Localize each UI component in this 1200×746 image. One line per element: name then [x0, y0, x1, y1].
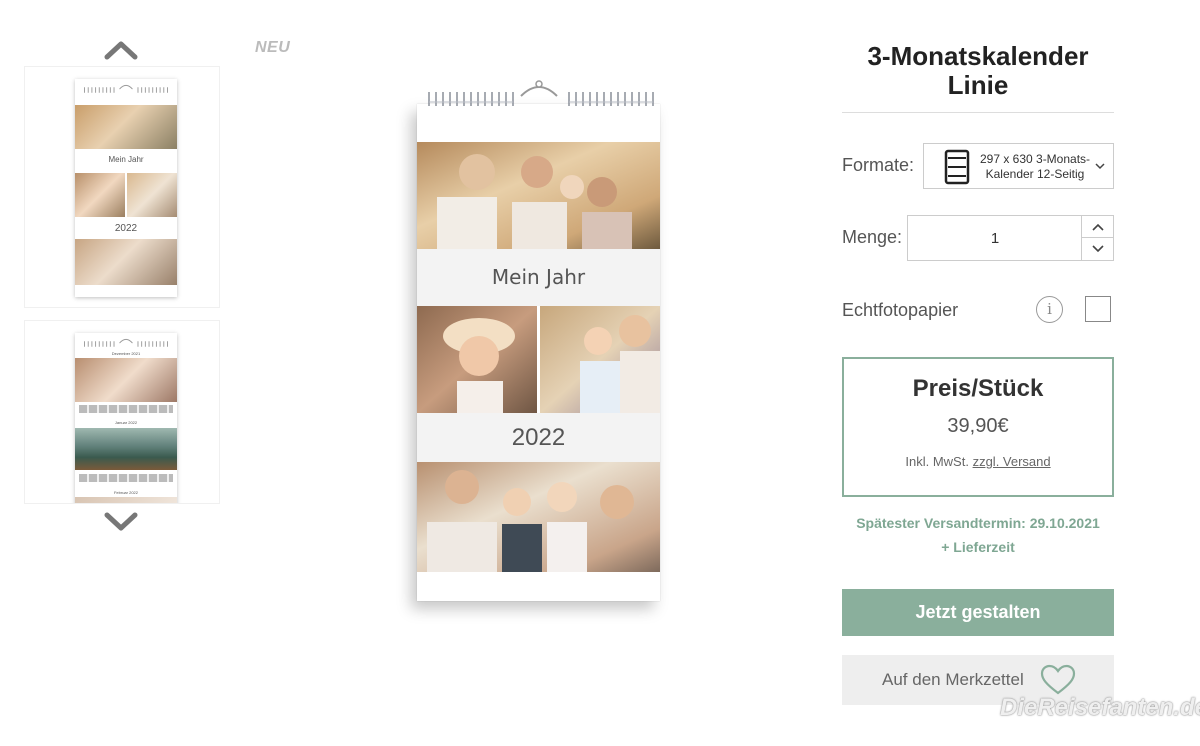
format-selected-value: 297 x 630 3-Monats-Kalender 12-Seitig — [979, 152, 1091, 181]
calendar-title-band: Mein Jahr — [417, 249, 660, 306]
thumbnail-title: Mein Jahr — [108, 155, 144, 164]
thumbnail-calendar-grid — [79, 405, 173, 413]
watermark-logo: DieReisefanten.de — [1000, 694, 1200, 721]
calendar-year-band: 2022 — [417, 413, 660, 462]
thumbnail-photo — [75, 358, 177, 402]
thumbnail-calendar-grid — [79, 474, 173, 482]
thumbnail-photo — [75, 105, 177, 149]
photo-paper-label: Echtfotopapier — [842, 300, 959, 320]
thumbnail-month-label: Januar 2022 — [114, 420, 138, 425]
chevron-up-icon — [1091, 223, 1104, 231]
quantity-label: Menge: — [842, 227, 903, 247]
calendar-photo-family-top — [417, 142, 660, 249]
shipping-link[interactable]: zzgl. Versand — [973, 454, 1051, 469]
product-title: 3-Monatskalender Linie — [867, 41, 1089, 100]
title-divider — [842, 112, 1114, 113]
new-badge: NEU — [255, 39, 291, 56]
shipping-date-note: Spätester Versandtermin: 29.10.2021 + Li… — [842, 511, 1114, 559]
price-tax-note: Inkl. MwSt. zzgl. Versand — [844, 454, 1112, 469]
calendar-photo-girl — [417, 306, 537, 413]
thumbnail-month-preview: Dezember 2021 Januar 2022 Februar 2022 — [75, 333, 177, 503]
spiral-binding-icon — [428, 80, 654, 106]
thumbnail-photo — [75, 497, 177, 503]
format-select[interactable]: 297 x 630 3-Monats-Kalender 12-Seitig — [923, 143, 1114, 189]
tax-text: Inkl. MwSt. — [905, 454, 969, 469]
quantity-input[interactable] — [908, 216, 1082, 260]
price-title: Preis/Stück — [912, 375, 1044, 402]
thumbnail-year: 2022 — [114, 223, 138, 234]
thumbnail-month-label: Dezember 2021 — [111, 351, 141, 356]
heart-icon[interactable] — [1040, 664, 1076, 696]
thumbnail-photo — [75, 428, 177, 470]
thumbnail-month-label: Februar 2022 — [113, 490, 138, 495]
quantity-stepper — [907, 215, 1114, 261]
shipping-date: Spätester Versandtermin: 29.10.2021 — [856, 515, 1100, 531]
scroll-down-icon[interactable] — [104, 512, 138, 532]
delivery-time-note: + Lieferzeit — [941, 539, 1015, 555]
thumbnail-photo — [75, 239, 177, 285]
spiral-binding-icon — [84, 84, 168, 93]
calendar-preview: Mein Jahr 2022 — [417, 104, 660, 601]
thumbnail-photo — [127, 173, 177, 217]
calendar-format-icon — [944, 149, 970, 185]
info-icon[interactable]: i — [1036, 296, 1063, 323]
scroll-up-icon[interactable] — [104, 40, 138, 60]
quantity-increase-button[interactable] — [1081, 216, 1113, 238]
calendar-photo-mother-child — [540, 306, 660, 413]
thumbnail-cover-preview: Mein Jahr 2022 — [75, 79, 177, 297]
thumbnail-photo — [75, 173, 125, 217]
calendar-photo-family-bottom — [417, 462, 660, 572]
photo-paper-checkbox[interactable] — [1085, 296, 1111, 322]
chevron-down-icon — [1095, 163, 1105, 170]
thumbnail-cover[interactable]: Mein Jahr 2022 — [24, 66, 220, 308]
thumbnail-month-pages[interactable]: Dezember 2021 Januar 2022 Februar 2022 — [24, 320, 220, 504]
design-now-button[interactable]: Jetzt gestalten — [842, 589, 1114, 636]
format-label: Formate: — [842, 155, 915, 175]
quantity-decrease-button[interactable] — [1081, 238, 1113, 260]
price-box: Preis/Stück 39,90€ Inkl. MwSt. zzgl. Ver… — [842, 357, 1114, 497]
chevron-down-icon — [1091, 245, 1104, 253]
price-value: 39,90€ — [947, 415, 1009, 437]
